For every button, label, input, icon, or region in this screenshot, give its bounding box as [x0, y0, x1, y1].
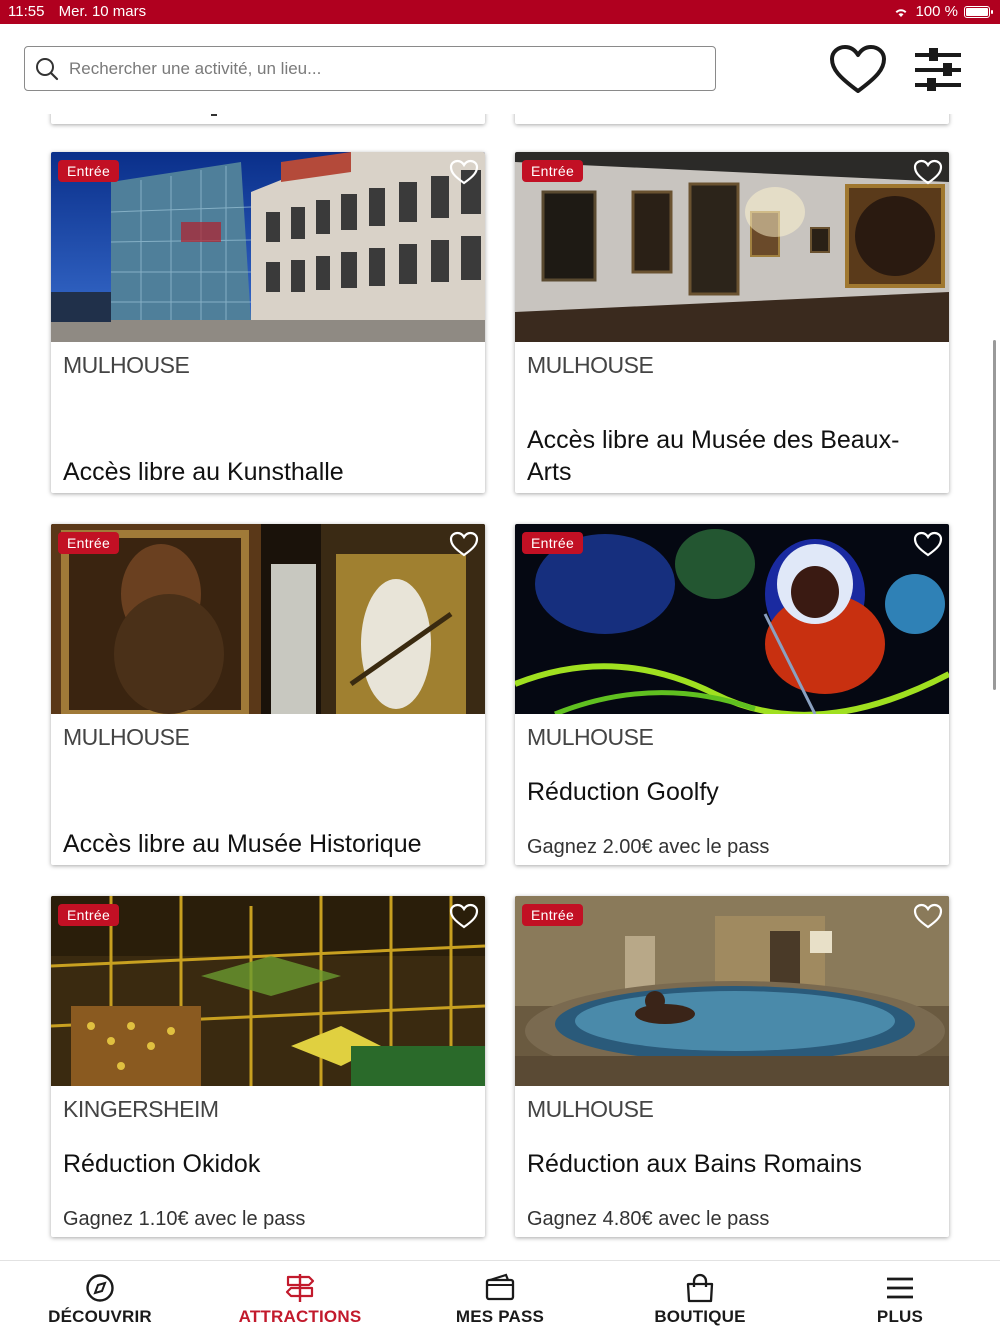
search-box[interactable]: [24, 46, 716, 91]
heart-outline-icon: [449, 531, 479, 556]
status-time: 11:55: [8, 3, 45, 20]
card-benefit: Gagnez 4.80€ avec le pass: [527, 1208, 770, 1230]
card-title: Réduction Goolfy: [527, 778, 719, 806]
attraction-card[interactable]: Entrée MULHOUSE Accès libre au Musée His…: [51, 524, 485, 865]
entry-badge: Entrée: [58, 532, 120, 554]
entry-badge: Entrée: [58, 160, 120, 182]
battery-icon: [964, 5, 993, 18]
search-icon: [36, 57, 59, 80]
wifi-icon: [896, 8, 907, 17]
favorite-toggle[interactable]: [447, 900, 481, 932]
signpost-icon: [285, 1274, 315, 1302]
card-partial[interactable]: [515, 114, 949, 124]
wallet-icon: [485, 1273, 515, 1301]
tab-label: ATTRACTIONS: [238, 1307, 362, 1326]
attractions-list[interactable]: Entrée MULHOUSE Accès libre au Kunsthall…: [0, 114, 1000, 1260]
attraction-card[interactable]: Entrée MULHOUSE Réduction Goolfy Gagnez …: [515, 524, 949, 865]
card-title: Accès libre au Musée Historique: [63, 830, 422, 858]
battery-percent: 100 %: [915, 3, 958, 20]
favorite-toggle[interactable]: [447, 528, 481, 560]
search-input[interactable]: [69, 58, 669, 79]
shopping-bag-icon: [686, 1273, 714, 1303]
card-city: MULHOUSE: [527, 724, 654, 750]
tab-label: PLUS: [876, 1307, 924, 1326]
card-city: MULHOUSE: [63, 724, 190, 750]
tab-decouvrir[interactable]: DÉCOUVRIR: [0, 1261, 200, 1335]
heart-outline-icon: [449, 903, 479, 928]
card-title: Réduction Okidok: [63, 1150, 261, 1178]
card-title: Accès libre au Musée des Beaux-Arts: [527, 426, 900, 486]
card-city: MULHOUSE: [527, 1096, 654, 1122]
attraction-card[interactable]: Entrée MULHOUSE Accès libre au Kunsthall…: [51, 152, 485, 493]
entry-badge: Entrée: [522, 904, 584, 926]
tab-mes-pass[interactable]: MES PASS: [400, 1261, 600, 1335]
card-title: Réduction aux Bains Romains: [527, 1150, 862, 1178]
heart-icon: [830, 45, 886, 93]
tab-boutique[interactable]: BOUTIQUE: [600, 1261, 800, 1335]
card-city: KINGERSHEIM: [63, 1096, 219, 1122]
attraction-card[interactable]: Entrée MULHOUSE Accès libre au Musée des…: [515, 152, 949, 493]
attraction-card[interactable]: Entrée KINGERSHEIM Réduction Okidok Gagn…: [51, 896, 485, 1237]
tab-label: DÉCOUVRIR: [48, 1307, 152, 1326]
tab-label: BOUTIQUE: [654, 1307, 746, 1326]
favorite-toggle[interactable]: [911, 156, 945, 188]
heart-outline-icon: [913, 159, 943, 184]
scrollbar[interactable]: [993, 340, 996, 690]
tab-label: MES PASS: [455, 1307, 545, 1326]
entry-badge: Entrée: [522, 532, 584, 554]
top-bar: [0, 24, 1000, 114]
sliders-icon: [915, 48, 961, 91]
attraction-card[interactable]: Entrée MULHOUSE Réduction aux Bains Roma…: [515, 896, 949, 1237]
status-date: Mer. 10 mars: [58, 3, 147, 20]
heart-outline-icon: [449, 159, 479, 184]
card-city: MULHOUSE: [527, 352, 654, 378]
entry-badge: Entrée: [522, 160, 584, 182]
menu-icon: [887, 1277, 913, 1299]
entry-badge: Entrée: [58, 904, 120, 926]
heart-outline-icon: [913, 531, 943, 556]
card-benefit: Gagnez 2.00€ avec le pass: [527, 836, 770, 858]
status-bar: 11:55 Mer. 10 mars 100 %: [0, 0, 1000, 24]
compass-icon: [86, 1274, 114, 1302]
heart-outline-icon: [913, 903, 943, 928]
tab-attractions[interactable]: ATTRACTIONS: [200, 1261, 400, 1335]
favorite-toggle[interactable]: [447, 156, 481, 188]
card-benefit: Gagnez 1.10€ avec le pass: [63, 1208, 306, 1230]
favorite-toggle[interactable]: [911, 528, 945, 560]
favorites-button[interactable]: [828, 42, 888, 98]
card-title: Accès libre au Kunsthalle: [63, 458, 344, 486]
card-partial[interactable]: [51, 114, 485, 124]
favorite-toggle[interactable]: [911, 900, 945, 932]
bottom-tab-bar: DÉCOUVRIR ATTRACTIONS MES PASS BOUTIQUE …: [0, 1260, 1000, 1334]
tab-plus[interactable]: PLUS: [800, 1261, 1000, 1335]
filters-button[interactable]: [908, 42, 968, 98]
card-city: MULHOUSE: [63, 352, 190, 378]
